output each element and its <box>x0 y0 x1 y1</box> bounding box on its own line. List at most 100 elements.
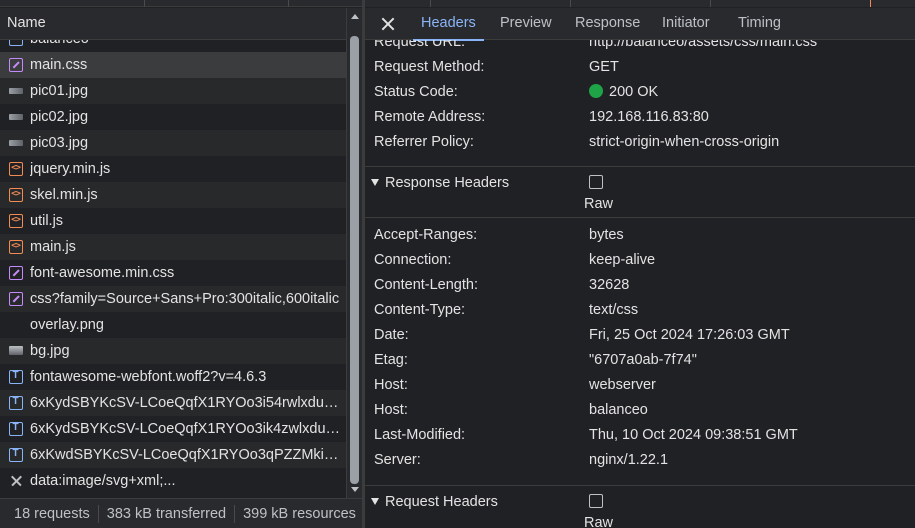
scrollbar-thumb[interactable] <box>350 36 359 484</box>
script-file-icon <box>9 235 23 257</box>
request-name: pic02.jpg <box>30 109 89 125</box>
request-name: util.js <box>30 213 64 229</box>
request-row[interactable]: 6xKwdSBYKcSV-LCoeQqfX1RYOo3qPZZMkids.wof… <box>0 442 346 468</box>
close-icon <box>9 473 23 487</box>
request-row[interactable]: 6xKydSBYKcSV-LCoeQqfX1RYOo3ik4zwlxdu.wof… <box>0 416 346 442</box>
request-name: main.js <box>30 239 76 255</box>
request-name: main.css <box>30 57 88 73</box>
request-name: fontawesome-webfont.woff2?v=4.6.3 <box>30 369 267 385</box>
image-file-icon <box>9 140 23 146</box>
request-name: 6xKydSBYKcSV-LCoeQqfX1RYOo3ik4zwlxdu.wof… <box>30 421 342 437</box>
header-value: text/css <box>589 302 639 318</box>
expand-triangle-icon <box>371 179 379 186</box>
request-row[interactable]: balanceo <box>0 40 346 52</box>
header-key: Last-Modified: <box>374 427 466 443</box>
header-key: Content-Length: <box>374 277 478 293</box>
request-row[interactable]: pic01.jpg <box>0 78 346 104</box>
font-file-icon <box>9 391 23 413</box>
font-file-icon <box>9 365 23 387</box>
font-file-icon <box>9 417 23 439</box>
request-row[interactable]: bg.jpg <box>0 338 346 364</box>
request-row[interactable]: pic03.jpg <box>0 130 346 156</box>
header-value: Fri, 25 Oct 2024 17:26:03 GMT <box>589 327 790 343</box>
tab-response[interactable]: Response <box>575 8 640 40</box>
tab-initiator[interactable]: Initiator <box>662 8 710 40</box>
response-headers-toggle[interactable]: Response Headers <box>371 172 509 194</box>
headers-panel: Request URL: http://balanceo/assets/css/… <box>365 40 915 528</box>
scroll-up-arrow-icon[interactable] <box>351 14 359 19</box>
network-status-bar: 18 requests 383 kB transferred 399 kB reso… <box>0 498 362 528</box>
request-row[interactable]: skel.min.js <box>0 182 346 208</box>
request-row[interactable]: 6xKydSBYKcSV-LCoeQqfX1RYOo3i54rwlxdu.wof… <box>0 390 346 416</box>
request-name: 6xKwdSBYKcSV-LCoeQqfX1RYOo3qPZZMkids.wof… <box>30 447 342 463</box>
request-headers-section: Request Headers Raw <box>365 485 915 528</box>
raw-checkbox[interactable] <box>589 494 603 508</box>
toolbar-strip <box>0 0 362 7</box>
request-row[interactable]: font-awesome.min.css <box>0 260 346 286</box>
header-key: Referrer Policy: <box>374 134 474 150</box>
header-value: webserver <box>589 377 656 393</box>
close-icon[interactable] <box>379 15 397 33</box>
request-row[interactable]: jquery.min.js <box>0 156 346 182</box>
request-list-pane: Name balanceo main.css pic01.jpg pic02.j… <box>0 0 362 528</box>
image-file-icon <box>9 114 23 120</box>
header-key: Host: <box>374 377 408 393</box>
request-count: 18 requests <box>14 506 90 522</box>
css-file-icon <box>9 58 23 72</box>
scroll-down-arrow-icon[interactable] <box>351 487 359 492</box>
header-key: Status Code: <box>374 84 458 100</box>
request-headers-toggle[interactable]: Request Headers <box>371 491 498 513</box>
image-file-icon <box>9 88 23 94</box>
response-headers-section: Response Headers Raw <box>365 166 915 218</box>
request-row[interactable]: css?family=Source+Sans+Pro:300italic,600… <box>0 286 346 312</box>
header-key: Server: <box>374 452 421 468</box>
header-value: http://balanceo/assets/css/main.css <box>589 40 818 50</box>
image-file-icon <box>9 346 23 355</box>
css-file-icon <box>9 266 23 280</box>
section-title: Response Headers <box>385 175 510 191</box>
request-name: font-awesome.min.css <box>30 265 175 281</box>
request-name: pic03.jpg <box>30 135 89 151</box>
request-row[interactable]: overlay.png <box>0 312 346 338</box>
request-row[interactable]: pic02.jpg <box>0 104 346 130</box>
details-tab-bar: Headers Preview Response Initiator Timin… <box>365 8 915 41</box>
request-name: skel.min.js <box>30 187 98 203</box>
header-key: Date: <box>374 327 409 343</box>
script-file-icon <box>9 157 23 179</box>
header-key: Accept-Ranges: <box>374 227 478 243</box>
header-key: Content-Type: <box>374 302 466 318</box>
status-code: 200 OK <box>609 84 659 100</box>
request-list-scrollbar[interactable] <box>346 8 362 498</box>
header-key: Request Method: <box>374 59 485 75</box>
script-file-icon <box>9 209 23 231</box>
section-title: Request Headers <box>385 494 498 510</box>
css-file-icon <box>9 292 23 306</box>
raw-label: Raw <box>584 196 614 212</box>
request-row[interactable]: main.js <box>0 234 346 260</box>
request-name: css?family=Source+Sans+Pro:300italic,600… <box>30 291 340 307</box>
tab-headers[interactable]: Headers <box>413 8 484 41</box>
tab-preview[interactable]: Preview <box>500 8 552 40</box>
request-row[interactable]: util.js <box>0 208 346 234</box>
tab-timing[interactable]: Timing <box>738 8 781 40</box>
header-value: 32628 <box>589 277 630 293</box>
raw-checkbox[interactable] <box>589 175 603 189</box>
request-name: bg.jpg <box>30 343 70 359</box>
raw-label: Raw <box>584 515 614 528</box>
header-key: Request URL: <box>374 40 466 50</box>
header-key: Etag: <box>374 352 408 368</box>
document-icon <box>9 40 23 49</box>
header-key: Host: <box>374 402 408 418</box>
request-row[interactable]: fontawesome-webfont.woff2?v=4.6.3 <box>0 364 346 390</box>
name-column-header[interactable]: Name <box>0 8 346 40</box>
toolbar-strip <box>365 0 915 7</box>
transferred-size: 383 kB transferred <box>106 506 227 522</box>
header-value: strict-origin-when-cross-origin <box>589 134 780 150</box>
header-value: 200 OK <box>589 80 658 105</box>
request-row-selected[interactable]: main.css <box>0 52 346 78</box>
expand-triangle-icon <box>371 498 379 505</box>
request-row[interactable]: data:image/svg+xml;... <box>0 468 346 494</box>
request-details-pane: Headers Preview Response Initiator Timin… <box>365 0 915 528</box>
header-value: Thu, 10 Oct 2024 09:38:51 GMT <box>589 427 798 443</box>
header-value: balanceo <box>589 402 648 418</box>
